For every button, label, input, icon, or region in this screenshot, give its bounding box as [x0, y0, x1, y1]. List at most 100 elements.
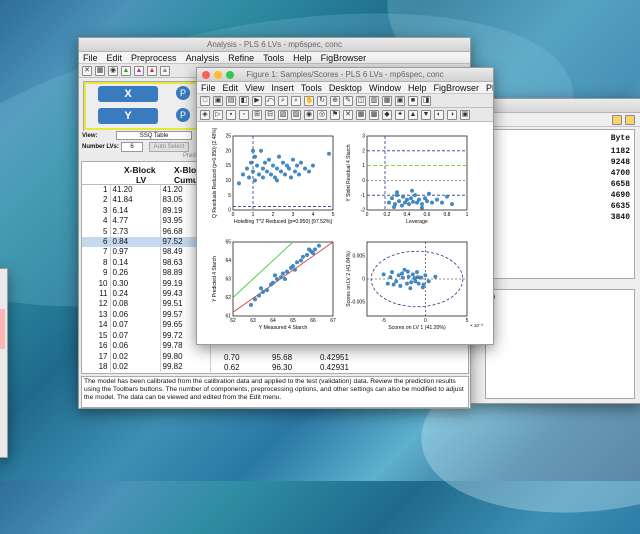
data-point[interactable]: [400, 271, 404, 276]
data-point[interactable]: [271, 280, 275, 285]
plotgui-tool-15-icon[interactable]: ◆: [382, 110, 392, 120]
data-point[interactable]: [410, 188, 414, 193]
data-point[interactable]: [255, 163, 259, 168]
data-point[interactable]: [392, 205, 396, 209]
data-point[interactable]: [427, 191, 431, 196]
open-icon[interactable]: ▣: [213, 96, 223, 106]
data-point[interactable]: [317, 243, 321, 248]
hide-icon[interactable]: ▣: [395, 96, 405, 106]
data-point[interactable]: [279, 275, 283, 280]
data-point[interactable]: [261, 166, 265, 171]
data-point[interactable]: [415, 270, 419, 275]
data-point[interactable]: [295, 260, 299, 265]
data-point[interactable]: [390, 270, 394, 275]
plotgui-tool-1-icon[interactable]: ◈: [200, 110, 210, 120]
data-point[interactable]: [303, 166, 307, 171]
menu-item-analysis[interactable]: Analysis: [186, 52, 220, 63]
link-icon[interactable]: ◫: [356, 96, 366, 106]
data-point[interactable]: [237, 181, 241, 186]
plotgui-tool-20-icon[interactable]: ◑: [447, 110, 457, 120]
table-row[interactable]: 13 0.06 99.57: [82, 309, 211, 321]
plotgui-tool-11-icon[interactable]: ⚑: [330, 110, 340, 120]
preprocess-y-button[interactable]: P: [176, 108, 190, 122]
data-point[interactable]: [263, 160, 267, 165]
figure-menu-item-help[interactable]: Help: [408, 82, 427, 93]
data-point[interactable]: [445, 194, 449, 199]
table-row[interactable]: 5 2.73 96.68: [82, 226, 211, 238]
menu-item-tools[interactable]: Tools: [263, 52, 284, 63]
data-point[interactable]: [259, 148, 263, 153]
data-point[interactable]: [283, 172, 287, 177]
data-point[interactable]: [311, 163, 315, 168]
data-point[interactable]: [413, 279, 418, 284]
plotgui-tool-5-icon[interactable]: ⊞: [252, 110, 262, 120]
data-point[interactable]: [265, 169, 269, 174]
data-point[interactable]: [413, 193, 417, 198]
table-row[interactable]: 17 0.02 99.80: [82, 351, 211, 362]
data-point[interactable]: [293, 267, 297, 272]
data-point[interactable]: [388, 275, 393, 280]
data-point[interactable]: [398, 283, 403, 288]
data-point[interactable]: [419, 275, 424, 280]
flask-icon[interactable]: ▲: [121, 66, 131, 76]
new-figure-icon[interactable]: □: [200, 96, 210, 106]
plot-q_vs_t2[interactable]: 0 1 2 3 4 5 0 5 10 15 20 25 Hotelling T^2 Reduced (p…: [212, 127, 335, 225]
print-icon[interactable]: ◧: [239, 96, 249, 106]
data-point[interactable]: [275, 178, 279, 183]
data-point[interactable]: [287, 166, 291, 171]
data-cursor-icon[interactable]: ⊕: [330, 96, 340, 106]
table-row[interactable]: 1 41.20 41.20: [82, 185, 211, 196]
edit-plot-icon[interactable]: ▶: [252, 96, 262, 106]
data-point[interactable]: [405, 281, 409, 286]
table-row[interactable]: 15 0.07 99.72: [82, 330, 211, 342]
minimize-button[interactable]: [214, 71, 222, 79]
camera-icon[interactable]: ◉: [108, 66, 118, 76]
plot-scores[interactable]: -5 0 5 -0.005 0 0.005 × 10⁻³ Scores on LV 1 (41…: [346, 241, 483, 331]
data-point[interactable]: [261, 175, 265, 180]
plotgui-tool-9-icon[interactable]: ◉: [304, 110, 314, 120]
data-point[interactable]: [253, 297, 257, 302]
plot-pred_vs_meas[interactable]: 62 63 64 65 66 676162636465Y Measured 4 Starc…: [212, 240, 336, 331]
view-select[interactable]: SSQ Table: [116, 131, 192, 140]
figure-canvas[interactable]: 0 1 2 3 4 50510152025Hotelling T^2 Reduced (p…: [197, 122, 493, 345]
folder-icon[interactable]: [612, 115, 622, 125]
data-point[interactable]: [408, 286, 413, 291]
zoom-out-icon[interactable]: ⌕: [291, 96, 301, 106]
plotgui-tool-7-icon[interactable]: ▧: [278, 110, 288, 120]
menu-item-refine[interactable]: Refine: [228, 52, 254, 63]
data-point[interactable]: [261, 289, 265, 294]
data-point[interactable]: [385, 281, 390, 286]
table-row[interactable]: 8 0.14 98.63: [82, 257, 211, 269]
figure-menu-item-edit[interactable]: Edit: [223, 82, 239, 93]
folder-icon[interactable]: [625, 115, 635, 125]
data-point[interactable]: [283, 277, 287, 281]
data-point[interactable]: [253, 154, 257, 159]
data-point[interactable]: [420, 205, 424, 210]
data-point[interactable]: [402, 267, 407, 272]
data-point[interactable]: [415, 275, 420, 280]
data-point[interactable]: [251, 148, 255, 153]
data-point[interactable]: [412, 276, 417, 281]
data-point[interactable]: [301, 254, 305, 259]
legend-icon[interactable]: ▦: [382, 96, 392, 106]
pan-icon[interactable]: ✋: [304, 96, 314, 106]
data-point[interactable]: [394, 279, 399, 284]
data-point[interactable]: [253, 178, 257, 183]
lvs-input[interactable]: 6: [121, 142, 143, 152]
data-point[interactable]: [269, 172, 273, 177]
data-point[interactable]: [295, 163, 299, 168]
data-point[interactable]: [257, 293, 261, 298]
data-point[interactable]: [307, 169, 311, 174]
data-point[interactable]: [327, 151, 331, 156]
data-point[interactable]: [285, 269, 289, 274]
data-point[interactable]: [396, 273, 401, 278]
data-point[interactable]: [299, 160, 303, 165]
figure-menu-item-plotgui[interactable]: PlotGUI: [486, 82, 493, 93]
data-point[interactable]: [387, 200, 391, 205]
data-point[interactable]: [299, 258, 303, 263]
menu-item-file[interactable]: File: [83, 52, 98, 63]
plotgui-tool-4-icon[interactable]: ▫: [239, 110, 249, 120]
plotgui-tool-14-icon[interactable]: ▩: [369, 110, 379, 120]
plotgui-tool-10-icon[interactable]: ◎: [317, 110, 327, 120]
table-row[interactable]: 14 0.07 99.65: [82, 320, 211, 331]
